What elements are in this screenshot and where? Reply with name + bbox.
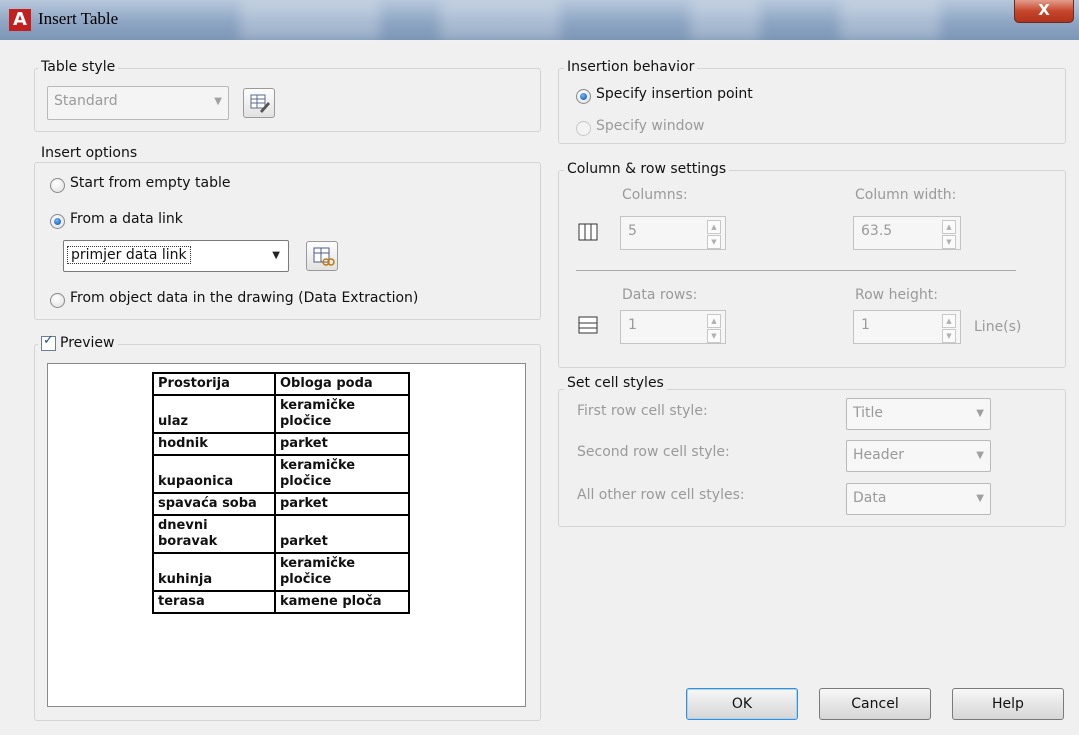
spin-up-icon[interactable]: ▲ <box>707 220 721 234</box>
table-row: hodnik parket <box>152 432 410 456</box>
preview-table: Prostorija Obloga poda ulaz keramičke pl… <box>152 372 410 614</box>
window-title: Insert Table <box>38 9 119 28</box>
table-cell: kamene ploča <box>274 590 410 614</box>
spin-down-icon[interactable]: ▼ <box>707 235 721 249</box>
second-row-style-value: Header <box>853 447 904 463</box>
chevron-down-icon: ▼ <box>976 450 984 461</box>
table-cell: dnevni boravak <box>152 514 276 554</box>
preview-label[interactable]: Preview <box>60 335 115 351</box>
table-cell: spavaća soba <box>152 492 276 516</box>
column-width-spinner[interactable]: 63.5 ▲ ▼ <box>853 216 961 250</box>
columns-icon <box>578 223 598 245</box>
spin-down-icon[interactable]: ▼ <box>942 235 956 249</box>
table-row: spavaća soba parket <box>152 492 410 516</box>
table-cell: hodnik <box>152 432 276 456</box>
insert-table-dialog: A Insert Table X Table style Standard ▼ … <box>0 0 1079 735</box>
table-cell: keramičke pločice <box>274 552 410 592</box>
table-row: kupaonica keramičke pločice <box>152 454 410 494</box>
table-cell: Obloga poda <box>274 372 410 396</box>
table-cell: keramičke pločice <box>274 454 410 494</box>
table-cell: parket <box>274 514 410 554</box>
table-style-value: Standard <box>54 93 118 109</box>
row-height-value: 1 <box>861 317 870 333</box>
table-edit-icon <box>250 94 270 113</box>
cell-styles-legend: Set cell styles <box>564 375 667 391</box>
data-link-select[interactable]: primjer data link ▼ <box>63 240 289 272</box>
object-data-radio[interactable] <box>50 293 65 308</box>
chevron-down-icon: ▼ <box>976 408 984 419</box>
close-button[interactable]: X <box>1014 0 1074 23</box>
data-rows-label: Data rows: <box>622 287 698 303</box>
divider <box>576 270 1016 271</box>
preview-canvas: Prostorija Obloga poda ulaz keramičke pl… <box>47 363 526 707</box>
specify-point-label[interactable]: Specify insertion point <box>596 86 753 102</box>
table-row: dnevni boravak parket <box>152 514 410 554</box>
table-style-select[interactable]: Standard ▼ <box>47 86 229 120</box>
table-row: ulaz keramičke pločice <box>152 394 410 434</box>
table-cell: terasa <box>152 590 276 614</box>
data-link-label[interactable]: From a data link <box>70 211 183 227</box>
title-bar[interactable] <box>0 0 1079 40</box>
table-cell: Prostorija <box>152 372 276 396</box>
columns-value: 5 <box>628 223 637 239</box>
data-link-value: primjer data link <box>67 246 191 264</box>
spin-down-icon[interactable]: ▼ <box>942 329 956 343</box>
second-row-style-select[interactable]: Header ▼ <box>846 440 991 472</box>
specify-window-label[interactable]: Specify window <box>596 118 705 134</box>
table-cell: parket <box>274 492 410 516</box>
start-empty-label[interactable]: Start from empty table <box>70 175 231 191</box>
spin-up-icon[interactable]: ▲ <box>707 314 721 328</box>
data-rows-spinner[interactable]: 1 ▲ ▼ <box>620 310 726 344</box>
table-row: Prostorija Obloga poda <box>152 372 410 396</box>
preview-legend: ✓ Preview <box>38 332 118 351</box>
columns-spinner[interactable]: 5 ▲ ▼ <box>620 216 726 250</box>
table-style-edit-button[interactable] <box>243 88 275 118</box>
specify-point-radio[interactable] <box>576 89 591 104</box>
second-row-style-label: Second row cell style: <box>577 444 730 460</box>
insertion-behavior-legend: Insertion behavior <box>564 59 698 75</box>
start-empty-radio[interactable] <box>50 178 65 193</box>
spin-up-icon[interactable]: ▲ <box>942 220 956 234</box>
column-width-value: 63.5 <box>861 223 893 239</box>
row-height-unit: Line(s) <box>974 319 1022 335</box>
data-link-manager-button[interactable] <box>306 241 338 271</box>
other-row-style-label: All other row cell styles: <box>577 487 745 503</box>
table-cell: keramičke pločice <box>274 394 410 434</box>
row-height-label: Row height: <box>855 287 938 303</box>
autocad-logo-icon: A <box>9 9 31 31</box>
table-cell: parket <box>274 432 410 456</box>
table-row: terasa kamene ploča <box>152 590 410 614</box>
cancel-button[interactable]: Cancel <box>819 688 931 720</box>
preview-checkbox[interactable]: ✓ <box>41 332 56 351</box>
first-row-style-label: First row cell style: <box>577 403 708 419</box>
chevron-down-icon: ▼ <box>214 96 222 107</box>
column-width-label: Column width: <box>855 187 957 203</box>
table-cell: kuhinja <box>152 552 276 592</box>
rows-icon <box>578 316 598 338</box>
columns-label: Columns: <box>622 187 688 203</box>
column-row-legend: Column & row settings <box>564 161 730 177</box>
data-link-icon <box>313 247 335 266</box>
other-row-style-select[interactable]: Data ▼ <box>846 483 991 515</box>
table-cell: ulaz <box>152 394 276 434</box>
other-row-style-value: Data <box>853 490 887 506</box>
spin-up-icon[interactable]: ▲ <box>942 314 956 328</box>
help-button[interactable]: Help <box>952 688 1064 720</box>
data-rows-value: 1 <box>628 317 637 333</box>
row-height-spinner[interactable]: 1 ▲ ▼ <box>853 310 961 344</box>
object-data-label[interactable]: From object data in the drawing (Data Ex… <box>70 290 418 306</box>
specify-window-radio[interactable] <box>576 121 591 136</box>
spin-down-icon[interactable]: ▼ <box>707 329 721 343</box>
first-row-style-value: Title <box>853 405 884 421</box>
ok-button[interactable]: OK <box>686 688 798 720</box>
table-style-legend: Table style <box>38 59 119 75</box>
table-row: kuhinja keramičke pločice <box>152 552 410 592</box>
insert-options-legend: Insert options <box>38 145 141 161</box>
chevron-down-icon: ▼ <box>976 493 984 504</box>
table-cell: kupaonica <box>152 454 276 494</box>
data-link-radio[interactable] <box>50 214 65 229</box>
chevron-down-icon: ▼ <box>272 250 280 261</box>
checkmark-icon: ✓ <box>43 332 54 348</box>
first-row-style-select[interactable]: Title ▼ <box>846 398 991 430</box>
